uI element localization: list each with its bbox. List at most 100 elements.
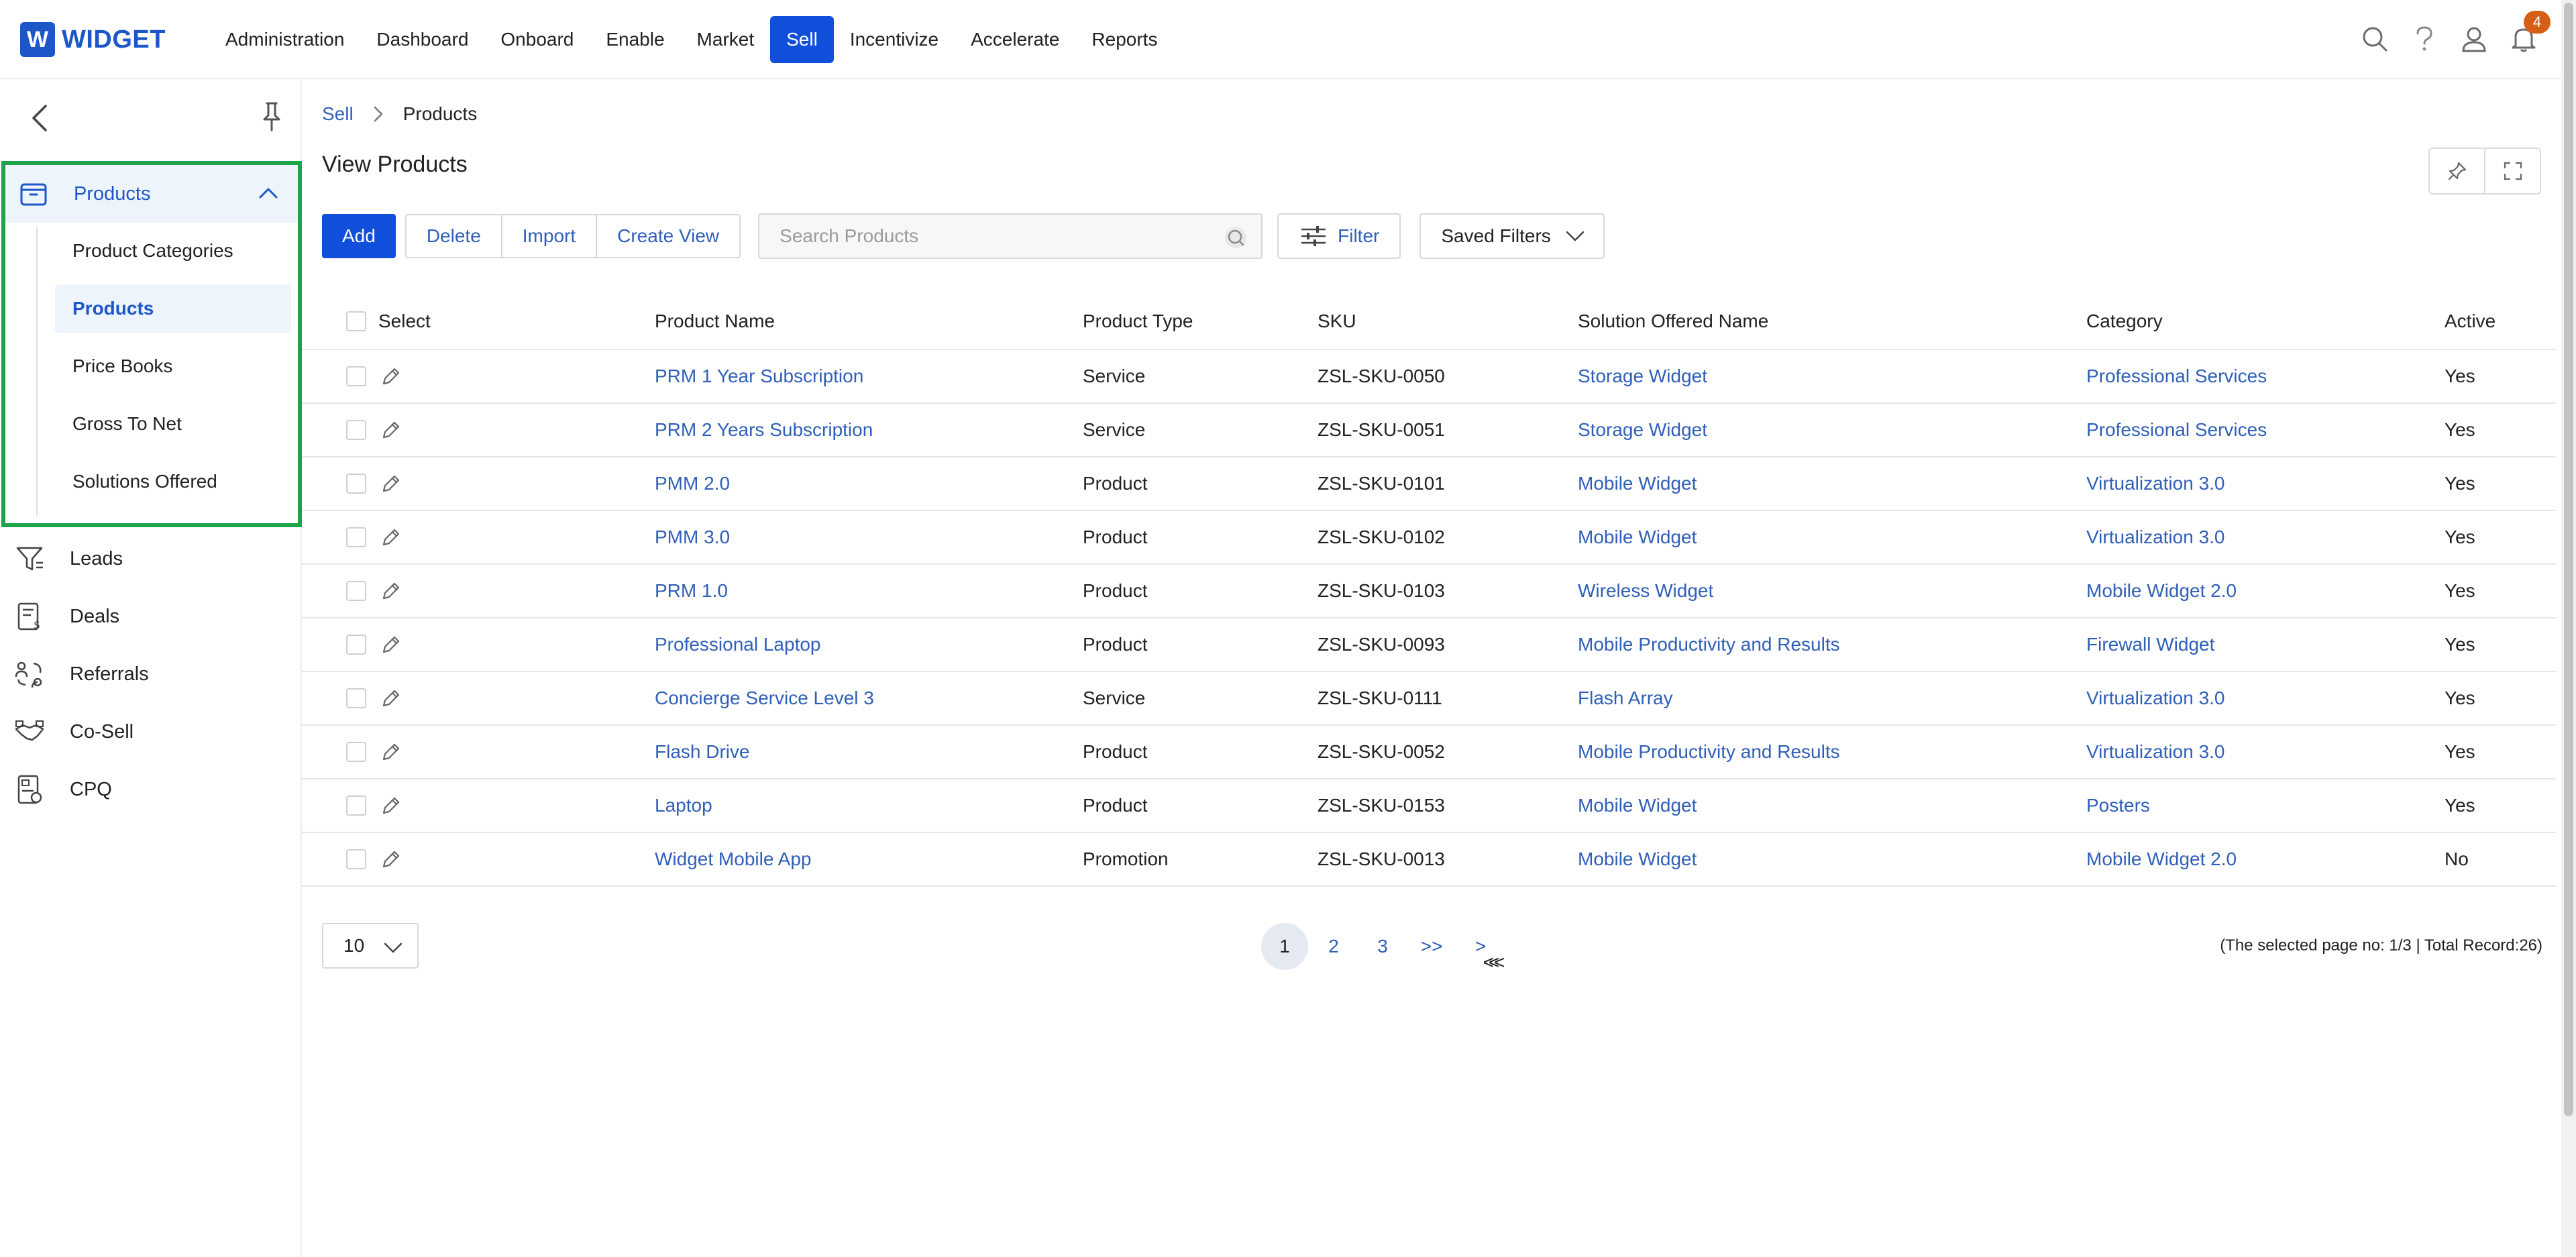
row-checkbox[interactable] (346, 635, 366, 655)
product-name-link[interactable]: Laptop (655, 795, 712, 816)
edit-pencil-icon[interactable] (380, 687, 402, 710)
pin-sidebar-icon[interactable] (255, 98, 288, 135)
edit-pencil-icon[interactable] (380, 741, 402, 763)
breadcrumb-link-sell[interactable]: Sell (322, 103, 354, 125)
search-icon[interactable] (1222, 224, 1249, 251)
solution-offered-link[interactable]: Mobile Productivity and Results (1578, 741, 1840, 763)
row-checkbox[interactable] (346, 366, 366, 386)
product-name-link[interactable]: PRM 1 Year Subscription (655, 366, 863, 387)
sidebar-group-header[interactable]: Products (5, 165, 298, 223)
row-checkbox[interactable] (346, 742, 366, 762)
page-button-2[interactable]: 2 (1310, 923, 1357, 970)
nav-item-reports[interactable]: Reports (1075, 16, 1173, 63)
add-button[interactable]: Add (322, 214, 396, 258)
category-link[interactable]: Virtualization 3.0 (2086, 473, 2225, 494)
row-checkbox[interactable] (346, 581, 366, 601)
edit-pencil-icon[interactable] (380, 633, 402, 656)
edit-pencil-icon[interactable] (380, 472, 402, 495)
category-link[interactable]: Virtualization 3.0 (2086, 741, 2225, 763)
import-button[interactable]: Import (500, 215, 596, 257)
saved-filters-dropdown[interactable]: Saved Filters (1419, 213, 1605, 259)
row-checkbox[interactable] (346, 796, 366, 816)
row-checkbox[interactable] (346, 849, 366, 869)
solution-offered-link[interactable]: Mobile Widget (1578, 795, 1697, 816)
search-input[interactable] (778, 225, 1197, 248)
vertical-scrollbar[interactable] (2561, 0, 2576, 1257)
product-name-link[interactable]: PMM 2.0 (655, 473, 730, 494)
page-size-select[interactable]: 10 (322, 923, 419, 969)
nav-item-administration[interactable]: Administration (209, 16, 360, 63)
product-name-link[interactable]: PRM 1.0 (655, 580, 728, 602)
row-checkbox[interactable] (346, 688, 366, 708)
header-sku[interactable]: SKU (1318, 294, 1356, 349)
product-name-link[interactable]: Professional Laptop (655, 634, 821, 655)
filter-button[interactable]: Filter (1277, 213, 1401, 259)
edit-pencil-icon[interactable] (380, 365, 402, 388)
header-active[interactable]: Active (2445, 294, 2496, 349)
bell-icon[interactable]: 4 (2505, 11, 2551, 58)
product-name-link[interactable]: PRM 2 Years Subscription (655, 419, 873, 441)
sidebar-item-co-sell[interactable]: Co-Sell (0, 703, 301, 761)
category-link[interactable]: Posters (2086, 795, 2150, 816)
collapse-sidebar-icon[interactable] (23, 99, 56, 137)
category-link[interactable]: Firewall Widget (2086, 634, 2214, 655)
category-link[interactable]: Professional Services (2086, 366, 2267, 387)
edit-pencil-icon[interactable] (380, 794, 402, 817)
sidebar-item-leads[interactable]: Leads (0, 530, 301, 588)
category-link[interactable]: Mobile Widget 2.0 (2086, 580, 2237, 602)
header-solution-offered[interactable]: Solution Offered Name (1578, 294, 1768, 349)
category-link[interactable]: Professional Services (2086, 419, 2267, 441)
pin-view-button[interactable] (2430, 149, 2484, 193)
nav-item-onboard[interactable]: Onboard (484, 16, 590, 63)
nav-item-incentivize[interactable]: Incentivize (834, 16, 955, 63)
solution-offered-link[interactable]: Mobile Widget (1578, 527, 1697, 548)
header-product-name[interactable]: Product Name (655, 294, 775, 349)
sidebar-subitem-product-categories[interactable]: Product Categories (55, 227, 291, 275)
row-checkbox[interactable] (346, 527, 366, 547)
solution-offered-link[interactable]: Storage Widget (1578, 419, 1707, 441)
category-link[interactable]: Mobile Widget 2.0 (2086, 849, 2237, 870)
product-name-link[interactable]: Concierge Service Level 3 (655, 688, 874, 709)
sidebar-item-deals[interactable]: $ Deals (0, 588, 301, 645)
product-name-link[interactable]: Widget Mobile App (655, 849, 811, 870)
header-category[interactable]: Category (2086, 294, 2163, 349)
create-view-button[interactable]: Create View (596, 215, 739, 257)
edit-pencil-icon[interactable] (380, 419, 402, 441)
sidebar-item-cpq[interactable]: CPQ (0, 761, 301, 818)
solution-offered-link[interactable]: Wireless Widget (1578, 580, 1713, 602)
product-name-link[interactable]: PMM 3.0 (655, 527, 730, 548)
sidebar-item-referrals[interactable]: Referrals (0, 645, 301, 703)
row-checkbox[interactable] (346, 420, 366, 440)
first-page-button[interactable]: << (1470, 939, 1517, 986)
nav-item-enable[interactable]: Enable (590, 16, 680, 63)
delete-button[interactable]: Delete (407, 215, 501, 257)
scrollbar-thumb[interactable] (2564, 3, 2573, 1116)
solution-offered-link[interactable]: Storage Widget (1578, 366, 1707, 387)
last-page-button[interactable]: >> (1408, 923, 1455, 970)
fullscreen-button[interactable] (2484, 149, 2540, 193)
solution-offered-link[interactable]: Mobile Productivity and Results (1578, 634, 1840, 655)
page-button-3[interactable]: 3 (1359, 923, 1406, 970)
solution-offered-link[interactable]: Mobile Widget (1578, 849, 1697, 870)
sidebar-subitem-gross-to-net[interactable]: Gross To Net (55, 400, 291, 448)
user-icon[interactable] (2455, 20, 2493, 58)
help-icon[interactable] (2406, 20, 2443, 58)
chevron-up-icon[interactable] (255, 180, 282, 207)
header-product-type[interactable]: Product Type (1083, 294, 1193, 349)
category-link[interactable]: Virtualization 3.0 (2086, 688, 2225, 709)
solution-offered-link[interactable]: Mobile Widget (1578, 473, 1697, 494)
app-logo[interactable]: W WIDGET (20, 21, 166, 58)
sidebar-subitem-price-books[interactable]: Price Books (55, 342, 291, 390)
solution-offered-link[interactable]: Flash Array (1578, 688, 1673, 709)
sidebar-subitem-products[interactable]: Products (55, 284, 291, 333)
search-icon[interactable] (2356, 20, 2394, 58)
sidebar-subitem-solutions-offered[interactable]: Solutions Offered (55, 457, 291, 506)
nav-item-accelerate[interactable]: Accelerate (955, 16, 1075, 63)
row-checkbox[interactable] (346, 474, 366, 494)
edit-pencil-icon[interactable] (380, 848, 402, 871)
select-all-checkbox[interactable] (346, 311, 366, 331)
edit-pencil-icon[interactable] (380, 526, 402, 549)
product-name-link[interactable]: Flash Drive (655, 741, 750, 763)
nav-item-dashboard[interactable]: Dashboard (360, 16, 484, 63)
edit-pencil-icon[interactable] (380, 580, 402, 602)
